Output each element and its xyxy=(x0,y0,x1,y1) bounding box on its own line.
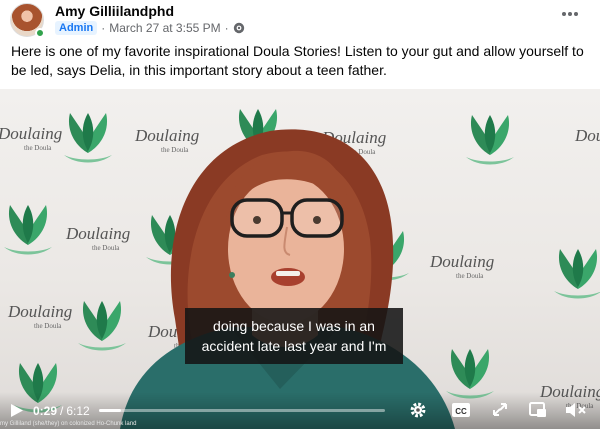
current-time: 0:29 xyxy=(33,404,58,418)
svg-text:CC: CC xyxy=(455,407,467,416)
gear-icon[interactable] xyxy=(408,401,428,419)
subtitle-line-2: accident late last year and I'm xyxy=(201,338,387,354)
lower-third-caption: my Gilliland (she/they) on colonized Ho-… xyxy=(0,421,137,427)
online-status-dot xyxy=(35,28,45,38)
video-player[interactable]: Doulaing the Doula xyxy=(0,89,600,429)
progress-fill xyxy=(99,409,122,412)
post-meta: Admin · March 27 at 3:55 PM · xyxy=(55,20,245,36)
play-icon[interactable] xyxy=(10,403,24,418)
picture-in-picture-icon[interactable] xyxy=(528,401,548,419)
subtitle-box: doing because I was in an accident late … xyxy=(185,308,403,364)
time-separator: / xyxy=(60,404,64,418)
audience-icon[interactable] xyxy=(233,22,245,34)
meta-separator: · xyxy=(101,21,106,35)
expand-icon[interactable] xyxy=(490,401,510,419)
speaker-person xyxy=(120,129,455,429)
time-display: 0:29 / 6:12 xyxy=(33,404,90,418)
post-timestamp[interactable]: March 27 at 3:55 PM xyxy=(109,21,220,35)
post-text: Here is one of my favorite inspirational… xyxy=(11,43,584,78)
admin-badge: Admin xyxy=(55,21,98,35)
more-options-icon[interactable] xyxy=(560,8,580,20)
cc-icon[interactable]: CC xyxy=(451,401,471,419)
subtitle-line-1: doing because I was in an xyxy=(213,318,375,334)
duration: 6:12 xyxy=(66,404,90,418)
post-header: Amy Gilliilandphd Admin · March 27 at 3:… xyxy=(0,0,600,40)
muted-speaker-icon[interactable] xyxy=(564,401,588,419)
meta-separator-2: · xyxy=(224,21,229,35)
author-name[interactable]: Amy Gilliilandphd xyxy=(55,3,174,19)
progress-bar[interactable] xyxy=(99,409,385,412)
